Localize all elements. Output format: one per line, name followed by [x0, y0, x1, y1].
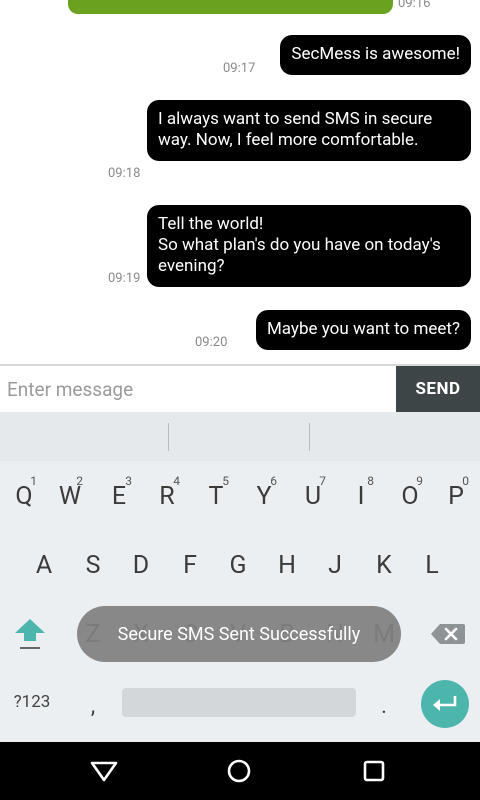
shift-arrow-up-icon	[15, 619, 45, 649]
message-time: 09:16	[398, 0, 431, 11]
partial-message-bubble	[68, 0, 393, 14]
enter-return-icon	[433, 696, 457, 711]
key-w[interactable]: 2W	[46, 468, 94, 524]
message-time: 09:20	[195, 335, 228, 350]
message-bubble[interactable]: Tell the world! So what plan's do you ha…	[147, 205, 471, 287]
soft-keyboard: 1Q 2W 3E 4R 5T 6Y 7U 8I 9O 0P A S D F G …	[0, 412, 480, 742]
suggestion-divider	[168, 423, 169, 451]
key-p[interactable]: 0P	[432, 468, 480, 524]
key-label: T	[208, 481, 224, 511]
comma-key[interactable]: ,	[69, 678, 117, 734]
key-e[interactable]: 3E	[95, 468, 143, 524]
key-label: I	[357, 481, 365, 511]
period-key[interactable]: .	[360, 678, 408, 734]
key-q[interactable]: 1Q	[0, 468, 48, 524]
message-composer: SEND	[0, 366, 480, 412]
key-l[interactable]: L	[408, 537, 456, 593]
home-circle-icon	[227, 759, 251, 783]
key-label: A	[35, 550, 53, 580]
key-k[interactable]: K	[360, 537, 408, 593]
key-hint: 0	[462, 474, 469, 488]
key-hint: 9	[416, 474, 423, 488]
message-bubble[interactable]: I always want to send SMS in secure way.…	[147, 100, 471, 161]
message-bubble[interactable]: Maybe you want to meet?	[255, 310, 471, 350]
home-button[interactable]	[224, 758, 254, 784]
message-bubble[interactable]: SecMess is awesome!	[280, 35, 471, 75]
message-input[interactable]	[0, 366, 396, 412]
key-label: G	[229, 550, 247, 580]
key-h[interactable]: H	[263, 537, 311, 593]
key-label: Y	[256, 481, 272, 511]
key-g[interactable]: G	[214, 537, 262, 593]
key-hint: 5	[222, 474, 229, 488]
suggestion-divider	[309, 423, 310, 451]
key-d[interactable]: D	[117, 537, 165, 593]
key-label: F	[183, 550, 197, 580]
key-i[interactable]: 8I	[337, 468, 385, 524]
key-o[interactable]: 9O	[386, 468, 434, 524]
key-r[interactable]: 4R	[143, 468, 191, 524]
key-label: E	[111, 481, 127, 511]
key-hint: 3	[125, 474, 132, 488]
back-button[interactable]	[89, 758, 119, 784]
delete-key[interactable]	[424, 606, 472, 662]
key-hint: 7	[319, 474, 326, 488]
key-f[interactable]: F	[166, 537, 214, 593]
suggestion-strip[interactable]	[0, 412, 480, 461]
conversation-list[interactable]: 09:16 SecMess is awesome! 09:17 I always…	[0, 0, 480, 364]
key-label: S	[85, 550, 101, 580]
message-time: 09:18	[108, 166, 141, 181]
space-bar[interactable]	[122, 688, 356, 717]
key-hint: 4	[173, 474, 180, 488]
key-s[interactable]: S	[69, 537, 117, 593]
enter-key[interactable]	[421, 680, 469, 728]
key-label: D	[132, 550, 150, 580]
key-hint: 8	[367, 474, 374, 488]
shift-key[interactable]	[6, 606, 54, 662]
key-label: K	[376, 550, 392, 580]
key-hint: 1	[30, 474, 37, 488]
message-time: 09:19	[108, 271, 141, 286]
key-a[interactable]: A	[20, 537, 68, 593]
send-button[interactable]: SEND	[396, 366, 480, 412]
key-j[interactable]: J	[311, 537, 359, 593]
back-triangle-icon	[90, 761, 118, 782]
navigation-bar	[0, 742, 480, 800]
key-hint: 2	[76, 474, 83, 488]
message-time: 09:17	[223, 61, 256, 76]
key-u[interactable]: 7U	[289, 468, 337, 524]
symbols-key[interactable]: ?123	[8, 674, 56, 730]
key-t[interactable]: 5T	[192, 468, 240, 524]
key-label: H	[278, 550, 296, 580]
key-label: L	[425, 550, 439, 580]
recents-square-icon	[363, 760, 385, 782]
backspace-icon	[431, 624, 465, 644]
key-hint: 6	[270, 474, 277, 488]
key-y[interactable]: 6Y	[240, 468, 288, 524]
recents-button[interactable]	[359, 758, 389, 784]
key-label: J	[328, 550, 342, 580]
toast-notification: Secure SMS Sent Successfully	[77, 606, 401, 662]
